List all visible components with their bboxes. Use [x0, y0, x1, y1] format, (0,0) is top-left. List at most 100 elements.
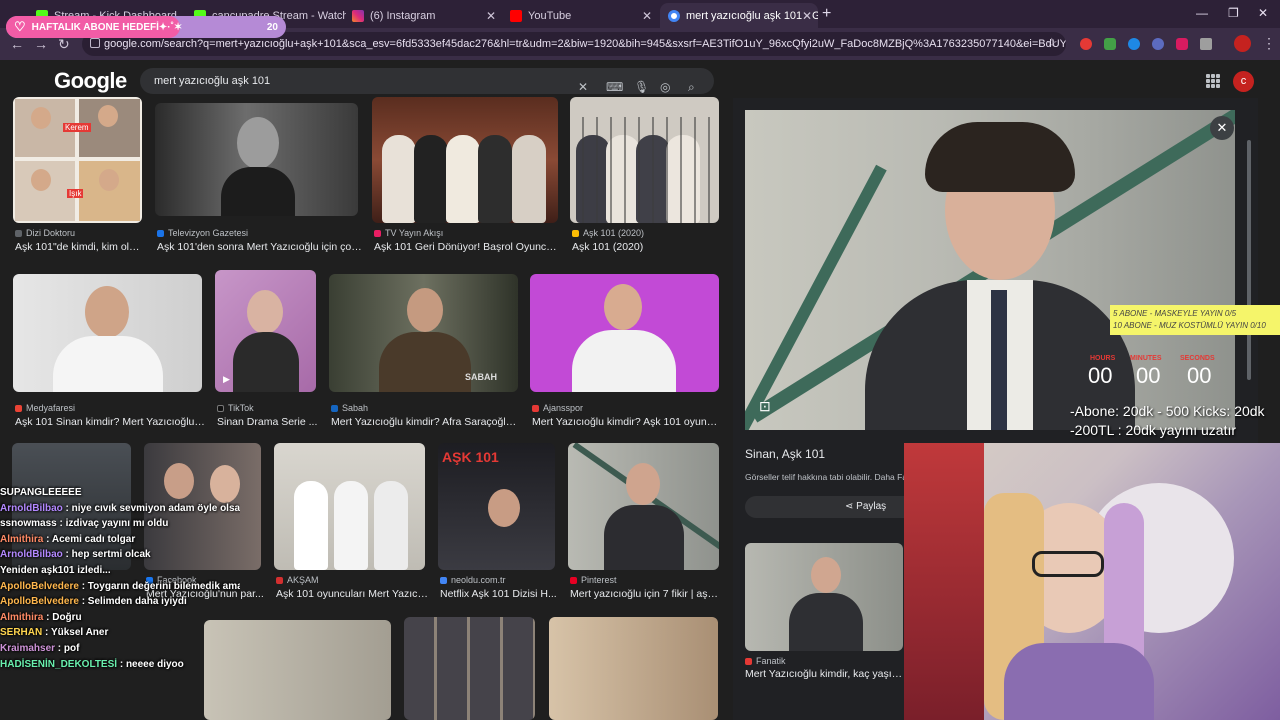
google-logo[interactable]: Google: [54, 68, 127, 94]
maximize-icon[interactable]: ❐: [1228, 6, 1239, 20]
tab-instagram[interactable]: (6) Instagram ✕: [344, 3, 502, 28]
related-image[interactable]: [745, 543, 903, 651]
search-input[interactable]: mert yazıcıoğlu aşk 101 ✕ ⌨ 🎙 ◎ ⌕: [140, 68, 714, 94]
image-result[interactable]: Medyafaresi Aşk 101 Sinan kimdir? Mert Y…: [13, 274, 205, 432]
image-result[interactable]: Kerem Işık Dizi Doktoru Aşk 101"de kimdi…: [13, 97, 145, 257]
result-title: Aşk 101 (2020): [572, 241, 644, 253]
chat-message: Kraimahser : pof: [0, 642, 80, 654]
timer-rule: -Abone: 20dk - 500 Kicks: 20dk: [1070, 403, 1265, 419]
image-result[interactable]: [549, 617, 719, 720]
image-result[interactable]: ▶ TikTok Sinan Drama Serie ...: [215, 270, 317, 432]
hours-value: 00: [1088, 363, 1113, 388]
result-title: Aşk 101'den sonra Mert Yazıcıoğlu için ç…: [157, 241, 362, 253]
chat-username: ssnowmass: [0, 518, 57, 530]
new-tab-icon[interactable]: +: [822, 5, 831, 23]
seconds-value: 00: [1187, 363, 1212, 388]
tab-label: YouTube: [528, 9, 572, 22]
result-thumbnail: [404, 617, 535, 720]
result-source: neoldu.com.tr: [440, 575, 506, 585]
tab-youtube[interactable]: YouTube ✕: [502, 3, 658, 28]
reload-icon[interactable]: ↻: [58, 36, 70, 53]
result-title: Sinan Drama Serie ...: [217, 416, 318, 428]
subscriber-goal-bar: ♡ HAFTALIK ABONE HEDEFİ✦·˚✶ 20: [6, 16, 286, 38]
result-thumbnail: [570, 97, 719, 223]
stream-chat: SUPANGLEEEEE ArnoldBilbao : niye cıvık s…: [0, 485, 240, 720]
result-thumbnail: [530, 274, 719, 392]
extension-icon[interactable]: [1152, 38, 1164, 50]
forward-icon[interactable]: →: [34, 36, 48, 52]
image-result[interactable]: Televizyon Gazetesi Aşk 101'den sonra Me…: [155, 97, 362, 257]
close-tab-icon[interactable]: ✕: [642, 9, 652, 23]
profile-avatar[interactable]: [1234, 35, 1251, 52]
share-button[interactable]: ⋖ Paylaş: [845, 496, 886, 518]
copyright-notice: Görseller telif hakkına tabi olabilir. D…: [745, 472, 918, 482]
close-window-icon[interactable]: ✕: [1258, 6, 1268, 20]
shield-extension-icon[interactable]: [1104, 38, 1116, 50]
chat-message: ApolloBelvedere : Toygarın değerini bile…: [0, 580, 240, 592]
seconds-label: SECONDS: [1180, 355, 1215, 362]
result-thumbnail: AŞK 101: [438, 443, 555, 570]
close-tab-icon[interactable]: ✕: [486, 9, 496, 23]
watermark-sabah: SABAH: [465, 372, 498, 382]
extension-icon[interactable]: [1176, 38, 1188, 50]
bookmark-star-icon[interactable]: ☆: [1046, 35, 1058, 51]
scrollbar[interactable]: [1247, 140, 1251, 380]
image-result[interactable]: TV Yayın Akışı Aşk 101 Geri Dönüyor! Baş…: [372, 97, 560, 257]
timer-rule: -200TL : 20dk yayını uzatır: [1070, 422, 1237, 438]
result-thumbnail: ▶: [215, 270, 316, 392]
image-result[interactable]: Pinterest Mert yazıcıoğlu için 7 fikir |…: [568, 443, 722, 603]
image-result[interactable]: [404, 617, 536, 720]
result-source: Televizyon Gazetesi: [157, 228, 248, 238]
chat-username: Kraimahser: [0, 642, 56, 654]
instagram-icon: [352, 9, 364, 22]
challenge-line: 5 ABONE - MASKEYLE YAYIN 0/5: [1113, 309, 1237, 318]
back-icon[interactable]: ←: [10, 36, 24, 52]
extension-icon[interactable]: [1080, 38, 1092, 50]
result-source: Pinterest: [570, 575, 617, 585]
goal-icon: ♡: [14, 19, 26, 34]
result-source: Dizi Doktoru: [15, 228, 75, 238]
chat-message: Almithira : Acemi cadı tolgar: [0, 533, 136, 545]
close-tab-icon[interactable]: ✕: [802, 9, 812, 23]
chat-message: Almithira : Doğru: [0, 611, 82, 623]
minimize-icon[interactable]: —: [1196, 6, 1208, 20]
chat-message: ApolloBelvedere : Selimden daha iyiydi: [0, 596, 187, 608]
lens-icon[interactable]: ⊡: [759, 398, 771, 415]
image-result[interactable]: SABAH Sabah Mert Yazıcıoğlu kimdir? Afra…: [329, 274, 521, 432]
chat-username: Almithira: [0, 533, 44, 545]
tab-label: (6) Instagram: [370, 9, 436, 22]
minutes-label: MINUTES: [1130, 355, 1162, 362]
result-thumbnail: [13, 274, 202, 392]
result-source: TikTok: [217, 403, 254, 413]
ask101-logo: AŞK 101: [442, 449, 499, 465]
result-source: Medyafaresi: [15, 403, 75, 413]
menu-kebab-icon[interactable]: ⋮: [1262, 35, 1276, 52]
tab-label: mert yazıcıoğlu aşk 101 - Goog: [686, 9, 818, 22]
image-result[interactable]: Aşk 101 (2020) Aşk 101 (2020): [570, 97, 720, 257]
result-source: AKŞAM: [276, 575, 319, 585]
image-result[interactable]: AŞK 101 neoldu.com.tr Netflix Aşk 101 Di…: [438, 443, 557, 603]
result-title: Aşk 101 oyuncuları Mert Yazıcı...: [276, 588, 428, 600]
account-avatar[interactable]: c: [1233, 71, 1254, 92]
chat-username: Almithira: [0, 611, 44, 623]
result-title: Mert Yazıcıoğlu kimdir? Aşk 101 oyuncu..…: [532, 416, 722, 428]
puzzle-icon[interactable]: [1200, 38, 1212, 50]
result-thumbnail: Kerem Işık: [13, 97, 142, 223]
chat-username: HADİSENİN_DEKOLTESİ: [0, 658, 118, 670]
result-thumbnail: [274, 443, 425, 570]
result-title: Mert Yazıcıoğlu kimdir? Afra Saraçoğlu s…: [331, 416, 521, 428]
image-result[interactable]: Ajansspor Mert Yazıcıoğlu kimdir? Aşk 10…: [530, 274, 722, 432]
image-result[interactable]: AKŞAM Aşk 101 oyuncuları Mert Yazıcı...: [274, 443, 428, 603]
google-apps-icon[interactable]: [1206, 74, 1220, 88]
result-source: Aşk 101 (2020): [572, 228, 644, 238]
goal-text: HAFTALIK ABONE HEDEFİ✦·˚✶: [31, 21, 183, 33]
chat-message: SUPANGLEEEEE: [0, 487, 82, 498]
site-info-icon[interactable]: [90, 38, 100, 48]
close-panel-button[interactable]: ✕: [1210, 116, 1234, 140]
screen: Stream - Kick Dashboard cancupadre Strea…: [0, 0, 1280, 720]
extension-icon[interactable]: [1128, 38, 1140, 50]
play-icon[interactable]: ▶: [223, 374, 230, 385]
result-title: Aşk 101"de kimdi, kim oldu?: [15, 241, 145, 253]
tab-google-search[interactable]: mert yazıcıoğlu aşk 101 - Goog ✕: [660, 3, 818, 28]
chat-username: SERHAN: [0, 627, 43, 639]
